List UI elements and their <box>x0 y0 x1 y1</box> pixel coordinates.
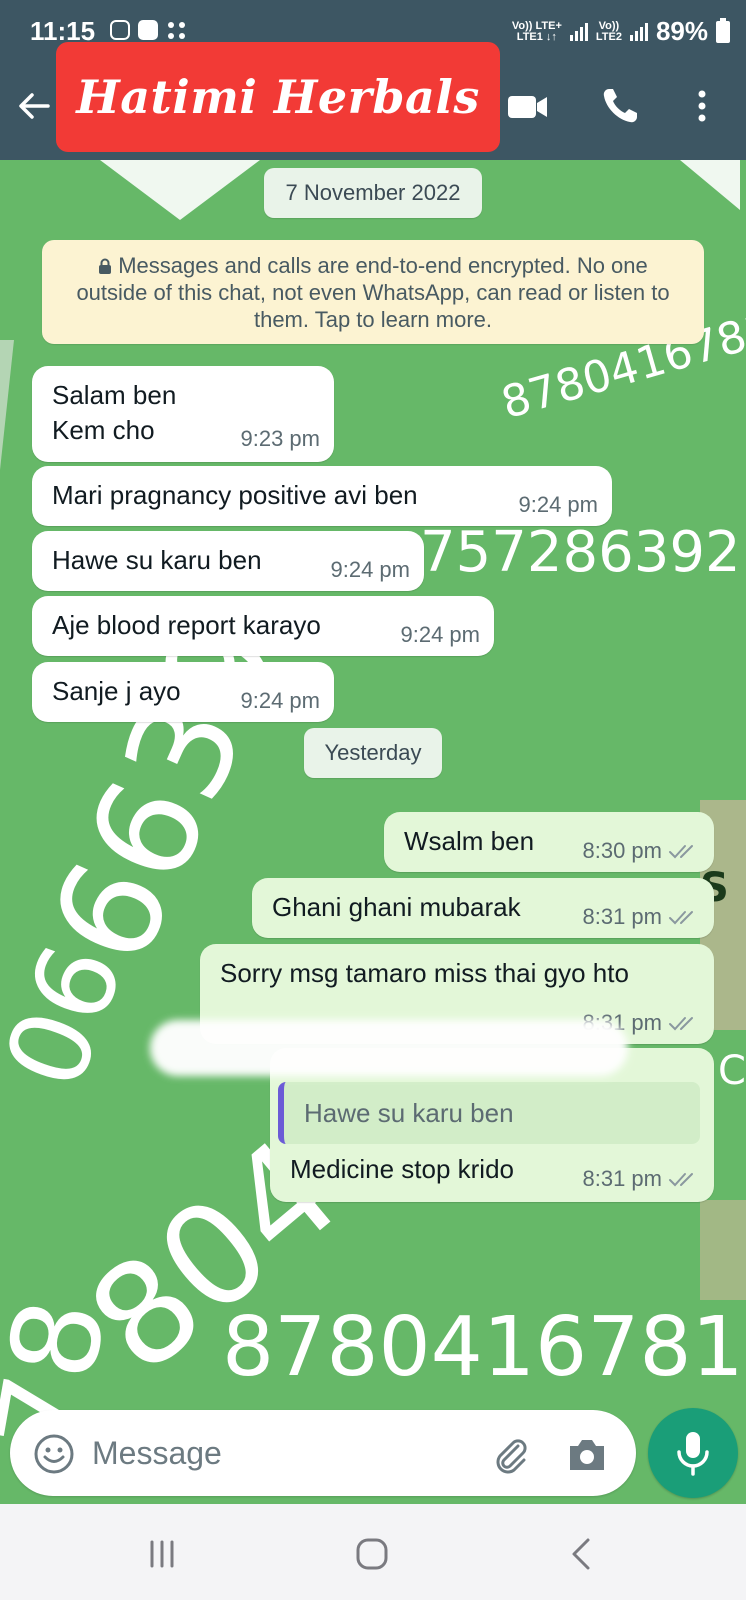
incoming-message[interactable]: Aje blood report karayo 9:24 pm <box>32 596 494 656</box>
wallpaper-shape <box>680 160 740 210</box>
battery-icon <box>716 17 730 43</box>
wallpaper-strip <box>700 1200 746 1300</box>
read-ticks-icon <box>669 1017 693 1031</box>
outgoing-message[interactable]: Ghani ghani mubarak 8:31 pm <box>252 878 714 938</box>
message-text: Medicine stop krido <box>290 1154 514 1184</box>
message-text: Sorry msg tamaro miss thai gyo hto <box>220 958 629 988</box>
message-text: Wsalm ben <box>404 826 535 856</box>
status-right: Vo)) LTE+ LTE1 ↓↑ Vo)) LTE2 89% <box>512 16 730 47</box>
back-icon[interactable] <box>562 1534 602 1574</box>
message-time: 9:24 pm <box>240 688 321 713</box>
emoji-icon[interactable] <box>32 1432 76 1476</box>
incoming-message[interactable]: Sanje j ayo 9:24 pm <box>32 662 334 722</box>
voice-call-icon[interactable] <box>598 84 642 128</box>
message-time: 8:31 pm <box>583 1166 701 1192</box>
instagram-icon <box>110 20 130 40</box>
message-text: Sanje j ayo <box>52 676 181 706</box>
date-separator: 7 November 2022 <box>264 168 482 218</box>
read-ticks-icon <box>669 1173 693 1187</box>
message-time: 9:23 pm <box>240 426 321 451</box>
quoted-message[interactable]: Hawe su karu ben <box>278 1082 700 1144</box>
battery-percent: 89% <box>655 16 708 46</box>
watermark-phone: 8780416781 <box>222 1300 744 1395</box>
message-text: Salam ben Kem cho <box>52 380 177 445</box>
message-text: Ghani ghani mubarak <box>272 892 521 922</box>
redaction-smear <box>150 1020 628 1076</box>
message-time: 8:31 pm <box>583 904 701 930</box>
date-separator: Yesterday <box>304 728 442 778</box>
contact-name: Hatimi Herbals <box>76 70 480 124</box>
lock-icon <box>99 258 112 274</box>
watermark-letter: C <box>718 1048 746 1094</box>
wallpaper-shape <box>100 160 260 220</box>
message-time: 9:24 pm <box>330 557 411 582</box>
sim2-label: Vo)) LTE2 <box>595 19 622 43</box>
system-nav-bar <box>0 1504 746 1600</box>
incoming-message[interactable]: Salam ben Kem cho 9:23 pm <box>32 366 334 462</box>
message-time: 9:24 pm <box>518 492 599 517</box>
sim2-signal-icon <box>629 22 648 41</box>
camera-icon[interactable] <box>566 1434 608 1474</box>
mic-icon <box>677 1432 709 1476</box>
status-notification-icons <box>110 20 188 42</box>
incoming-message[interactable]: Mari pragnancy positive avi ben 9:24 pm <box>32 466 612 526</box>
home-icon[interactable] <box>352 1534 392 1574</box>
sim1-label: Vo)) LTE+ LTE1 ↓↑ <box>511 19 562 43</box>
message-text: Aje blood report karayo <box>52 610 321 640</box>
sim1-signal-icon <box>569 22 588 41</box>
read-ticks-icon <box>669 911 693 925</box>
read-ticks-icon <box>669 845 693 859</box>
quoted-text: Hawe su karu ben <box>304 1098 514 1128</box>
checkbox-notification-icon <box>138 20 158 40</box>
message-input[interactable] <box>92 1428 472 1478</box>
incoming-message[interactable]: Hawe su karu ben 9:24 pm <box>32 531 424 591</box>
message-text: Mari pragnancy positive avi ben <box>52 480 418 510</box>
outgoing-message[interactable]: Wsalm ben 8:30 pm <box>384 812 714 872</box>
more-options-icon[interactable] <box>684 84 720 128</box>
contact-title-banner[interactable]: Hatimi Herbals <box>56 42 500 152</box>
attach-icon[interactable] <box>490 1434 530 1474</box>
message-time: 9:24 pm <box>400 622 481 647</box>
encryption-notice-text: Messages and calls are end-to-end encryp… <box>76 253 670 332</box>
video-call-icon[interactable] <box>506 84 550 128</box>
recent-apps-icon[interactable] <box>142 1534 182 1574</box>
message-text: Hawe su karu ben <box>52 545 262 575</box>
dots-grid-icon <box>168 22 185 39</box>
encryption-notice[interactable]: Messages and calls are end-to-end encryp… <box>42 240 704 344</box>
chat-area[interactable]: 8780416781 7572863921 8780416781 6639 80… <box>0 160 746 1504</box>
wallpaper-shape <box>0 340 14 470</box>
watermark-phone: 7572863921 <box>420 520 746 585</box>
back-arrow-icon[interactable] <box>14 86 54 126</box>
mic-button[interactable] <box>648 1408 738 1498</box>
chat-header: Hatimi Herbals <box>0 42 746 160</box>
message-time: 8:30 pm <box>583 838 701 864</box>
message-composer <box>10 1410 636 1496</box>
